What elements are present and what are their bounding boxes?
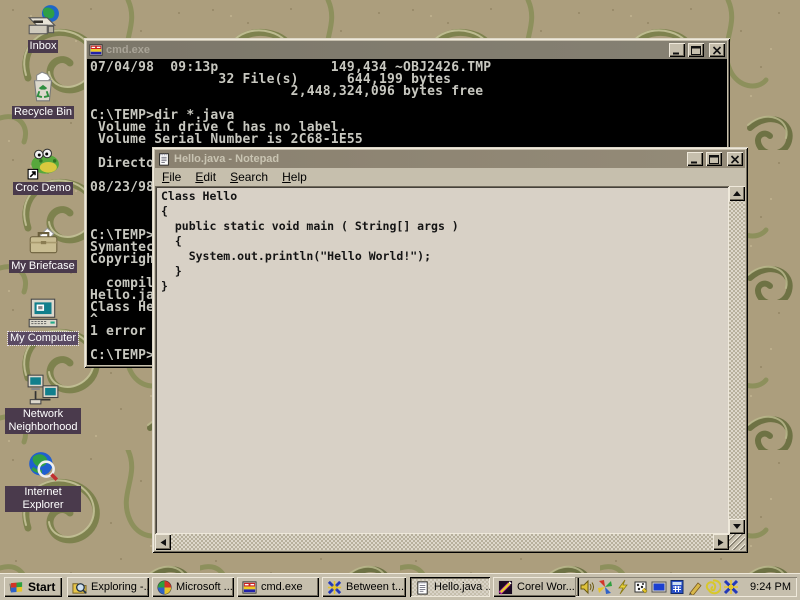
desktop-icon-my-computer[interactable]: My Computer bbox=[5, 296, 81, 345]
microsoft-icon bbox=[157, 580, 172, 595]
notepad-minimize-button[interactable] bbox=[687, 152, 703, 166]
notepad-text-area[interactable]: Class Hello { public static void main ( … bbox=[155, 186, 729, 534]
notepad-window: Hello.java - Notepad File Edit Search He… bbox=[152, 147, 748, 553]
pen-icon[interactable] bbox=[687, 579, 703, 595]
desktop: Inbox Recycle Bin Croc Demo My Briefcase… bbox=[0, 0, 800, 600]
briefcase-icon bbox=[26, 224, 60, 258]
windows-flag-icon bbox=[9, 580, 24, 595]
explorer-folder-icon bbox=[72, 580, 87, 595]
network-neighborhood-icon bbox=[26, 372, 60, 406]
scroll-up-button[interactable] bbox=[729, 186, 745, 201]
menu-edit[interactable]: Edit bbox=[188, 169, 223, 186]
notepad-text-content: Class Hello { public static void main ( … bbox=[161, 189, 729, 294]
desktop-icon-label: Croc Demo bbox=[13, 182, 73, 195]
cmd-titlebar[interactable]: cmd.exe bbox=[87, 41, 727, 59]
notepad-close-button[interactable] bbox=[727, 152, 743, 166]
taskbar: Start Exploring -... Microsoft ... cmd.e… bbox=[0, 573, 800, 600]
cmd-close-button[interactable] bbox=[709, 43, 725, 57]
desktop-icon-network-neighborhood[interactable]: Network Neighborhood bbox=[5, 372, 81, 434]
desktop-icon-label: Recycle Bin bbox=[12, 106, 74, 119]
calculator-icon[interactable] bbox=[669, 579, 685, 595]
desktop-icon-label: Inbox bbox=[28, 40, 59, 53]
msdos-icon bbox=[242, 580, 257, 595]
desktop-icon-label: My Briefcase bbox=[9, 260, 77, 273]
desktop-icon-label: Internet Explorer bbox=[5, 486, 81, 512]
taskbar-button-hello-java[interactable]: Hello.java ... bbox=[410, 577, 490, 597]
start-button-label: Start bbox=[28, 580, 55, 594]
scroll-right-button[interactable] bbox=[713, 534, 729, 550]
volume-icon[interactable] bbox=[579, 579, 595, 595]
recycle-bin-icon bbox=[26, 70, 60, 104]
lightning-icon[interactable] bbox=[615, 579, 631, 595]
horizontal-scrollbar[interactable] bbox=[155, 534, 729, 550]
cmd-minimize-button[interactable] bbox=[669, 43, 685, 57]
corel-icon bbox=[498, 580, 513, 595]
desktop-icon-label: My Computer bbox=[8, 332, 78, 345]
internet-explorer-icon bbox=[26, 450, 60, 484]
menu-help[interactable]: Help bbox=[275, 169, 314, 186]
menu-search[interactable]: Search bbox=[223, 169, 275, 186]
notepad-icon bbox=[415, 580, 430, 595]
inbox-icon bbox=[26, 4, 60, 38]
taskbar-button-corel[interactable]: Corel Wor... bbox=[493, 577, 579, 597]
msdos-icon bbox=[89, 43, 103, 57]
taskbar-button-microsoft[interactable]: Microsoft ... bbox=[152, 577, 234, 597]
menu-file[interactable]: File bbox=[155, 169, 188, 186]
resize-grip[interactable] bbox=[729, 534, 745, 550]
my-computer-icon bbox=[26, 296, 60, 330]
taskbar-button-cmd[interactable]: cmd.exe bbox=[237, 577, 319, 597]
start-button[interactable]: Start bbox=[4, 577, 62, 597]
notepad-titlebar[interactable]: Hello.java - Notepad bbox=[155, 150, 745, 168]
cmd-maximize-button[interactable] bbox=[688, 43, 704, 57]
system-tray: 9:24 PM bbox=[575, 577, 797, 597]
spotted-icon[interactable] bbox=[633, 579, 649, 595]
notepad-menubar: File Edit Search Help bbox=[155, 168, 745, 186]
pinwheel-icon[interactable] bbox=[597, 579, 613, 595]
sparkle-icon bbox=[327, 580, 342, 595]
croc-demo-icon bbox=[26, 146, 60, 180]
desktop-icon-croc-demo[interactable]: Croc Demo bbox=[5, 146, 81, 195]
notepad-maximize-button[interactable] bbox=[706, 152, 722, 166]
sparkle-icon[interactable] bbox=[723, 579, 739, 595]
vertical-scrollbar[interactable] bbox=[729, 186, 745, 534]
notepad-icon bbox=[157, 152, 171, 166]
desktop-icon-my-briefcase[interactable]: My Briefcase bbox=[5, 224, 81, 273]
desktop-icon-internet-explorer[interactable]: Internet Explorer bbox=[5, 450, 81, 512]
cmd-window-title: cmd.exe bbox=[106, 44, 666, 56]
scroll-left-button[interactable] bbox=[155, 534, 171, 550]
display-icon[interactable] bbox=[651, 579, 667, 595]
taskbar-clock[interactable]: 9:24 PM bbox=[750, 581, 793, 593]
desktop-icon-recycle-bin[interactable]: Recycle Bin bbox=[5, 70, 81, 119]
spiral-icon[interactable] bbox=[705, 579, 721, 595]
notepad-window-title: Hello.java - Notepad bbox=[174, 153, 684, 165]
scroll-down-button[interactable] bbox=[729, 519, 745, 534]
desktop-icon-label: Network Neighborhood bbox=[5, 408, 81, 434]
taskbar-button-exploring[interactable]: Exploring -... bbox=[67, 577, 149, 597]
taskbar-button-between[interactable]: Between t... bbox=[322, 577, 406, 597]
desktop-icon-inbox[interactable]: Inbox bbox=[5, 4, 81, 53]
